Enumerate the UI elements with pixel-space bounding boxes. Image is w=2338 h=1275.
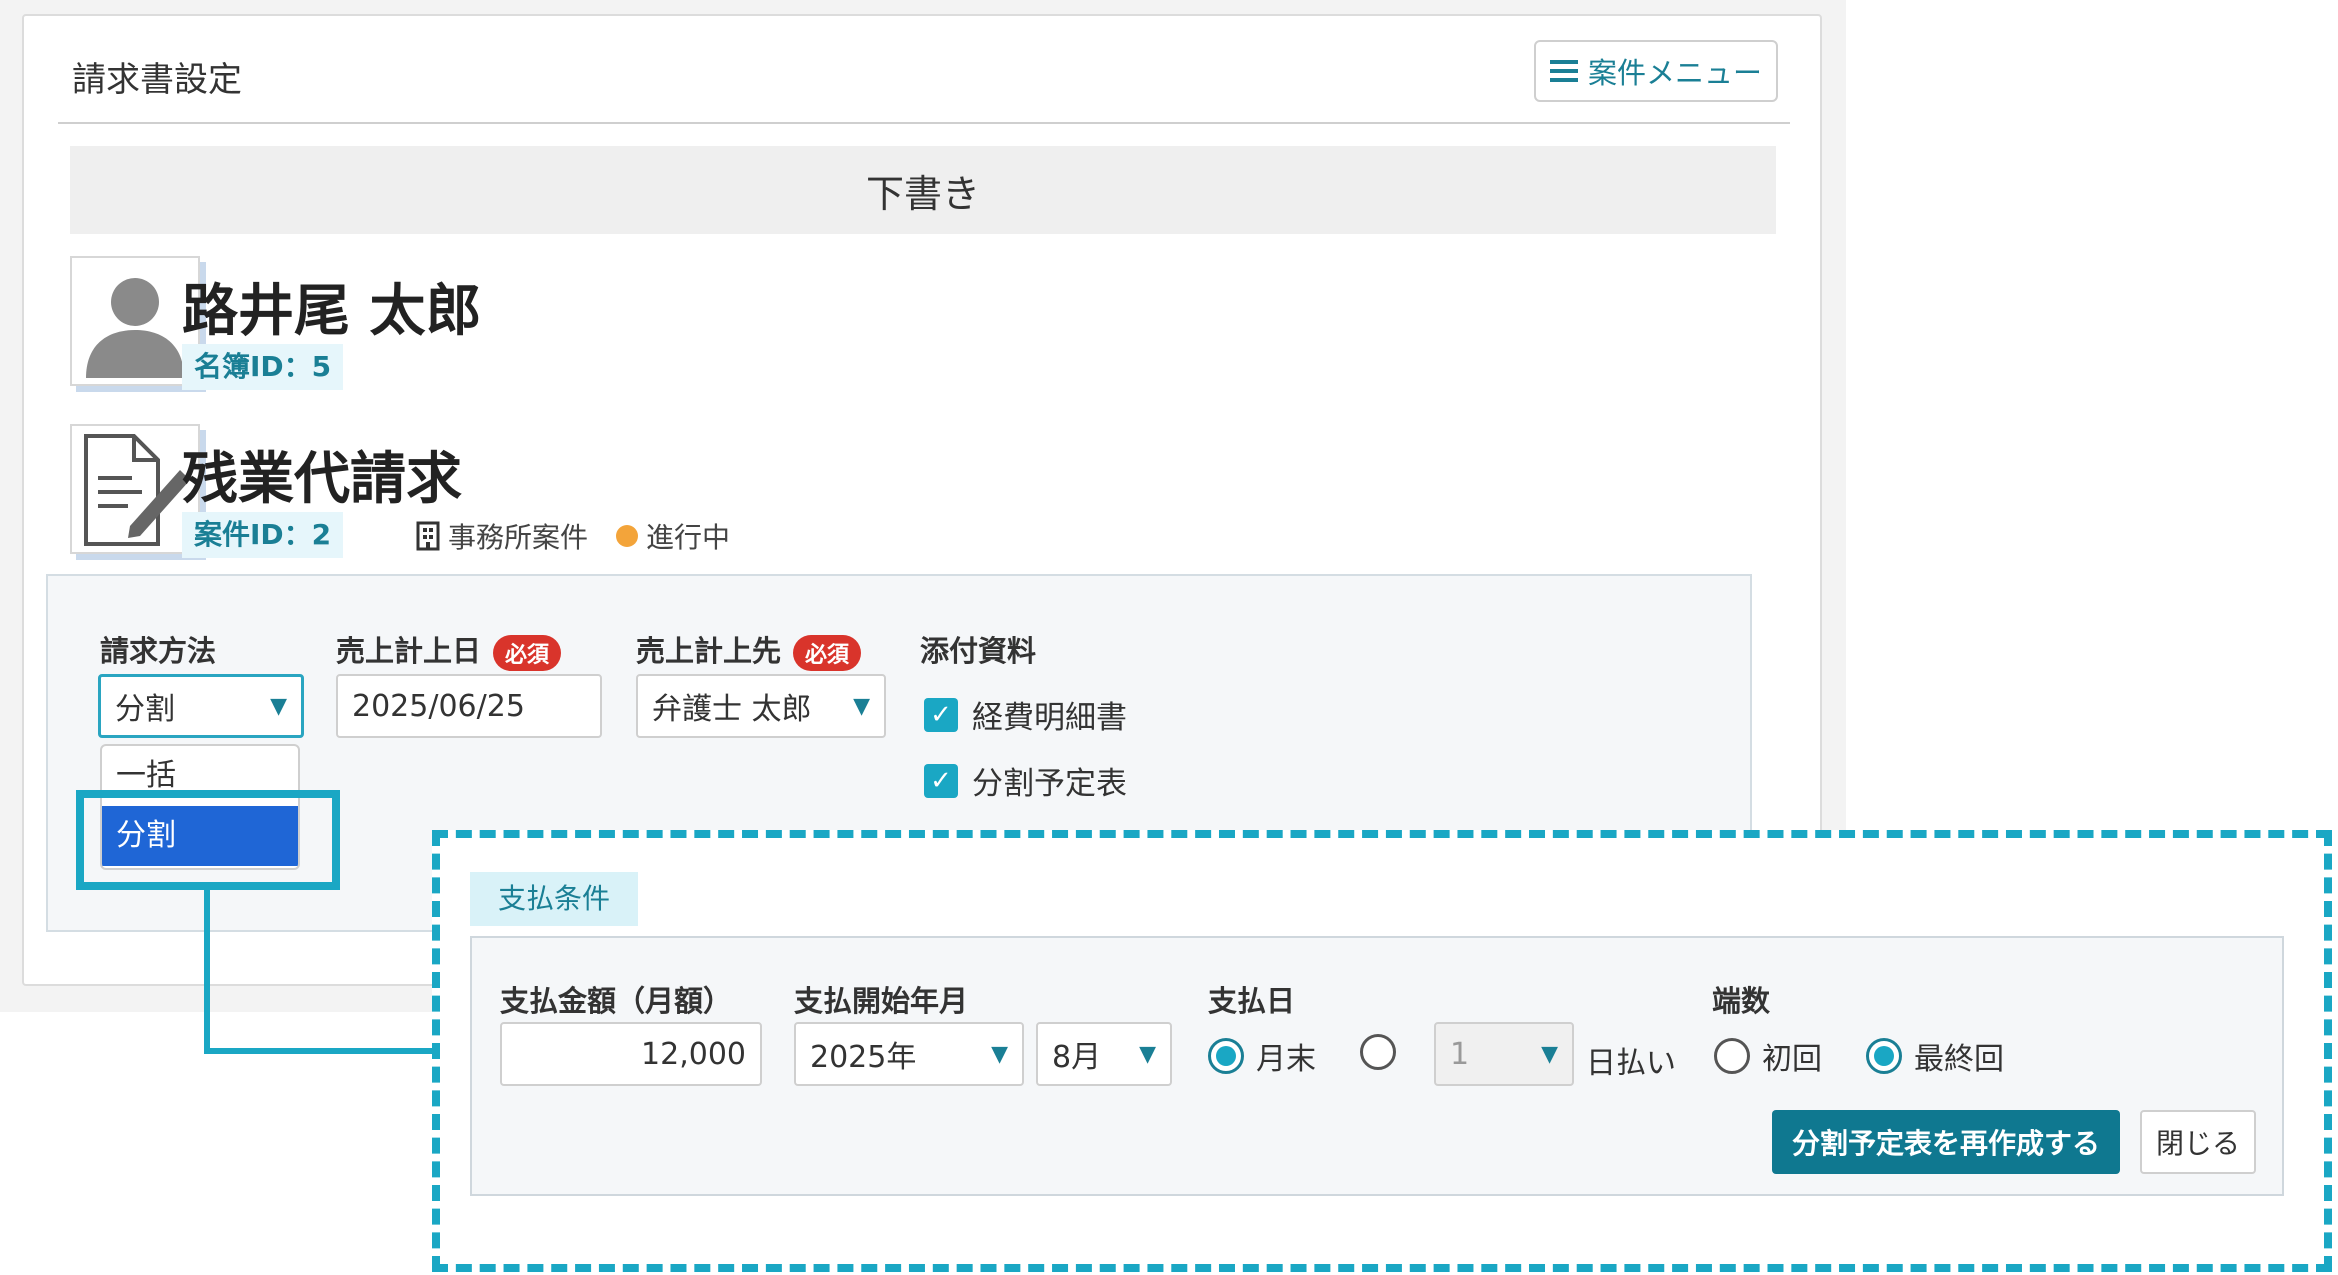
dest-label: 売上計上先 必須 — [636, 628, 862, 671]
amount-input[interactable]: 12,000 — [500, 1022, 762, 1086]
fraction-last-radio[interactable]: 最終回 — [1866, 1034, 2004, 1078]
matter-thumbnail — [70, 424, 200, 554]
title-divider — [58, 122, 1790, 124]
matter-type: 事務所案件 — [416, 516, 588, 556]
matter-name: 残業代請求 — [182, 447, 462, 512]
month-end-label: 月末 — [1256, 1042, 1316, 1077]
rebuild-schedule-button[interactable]: 分割予定表を再作成する — [1772, 1110, 2120, 1174]
fraction-label: 端数 — [1712, 984, 1771, 1018]
start-year-value: 2025年 — [810, 1040, 917, 1075]
status-banner: 下書き — [70, 146, 1776, 234]
matter-menu-button[interactable]: 案件メニュー — [1534, 40, 1778, 102]
client-id-badge: 名簿ID：5 — [182, 344, 344, 390]
chevron-down-icon: ▼ — [853, 693, 870, 719]
start-month-value: 8月 — [1052, 1040, 1102, 1075]
sales-date-value: 2025/06/25 — [352, 688, 525, 724]
checkbox-checked-icon: ✓ — [924, 697, 958, 732]
status-text: 下書き — [865, 171, 980, 216]
chevron-down-icon: ▼ — [1541, 1041, 1558, 1067]
sales-date-input[interactable]: 2025/06/25 — [336, 674, 602, 738]
pay-day-number-value: 1 — [1450, 1036, 1470, 1072]
client-avatar — [70, 256, 200, 386]
radio-unselected-icon — [1360, 1034, 1396, 1070]
attachment-schedule-checkbox[interactable]: ✓ 分割予定表 — [924, 758, 1127, 803]
pay-day-label: 支払日 — [1208, 984, 1296, 1018]
radio-unselected-icon — [1714, 1038, 1750, 1074]
pay-day-number-select[interactable]: 1 ▼ — [1434, 1022, 1574, 1086]
method-select-value: 分割 — [115, 692, 175, 727]
matter-id-badge: 案件ID：2 — [182, 512, 344, 558]
required-badge: 必須 — [493, 635, 562, 671]
attach-label: 添付資料 — [920, 634, 1037, 668]
start-label: 支払開始年月 — [794, 984, 969, 1018]
start-month-select[interactable]: 8月 ▼ — [1036, 1022, 1172, 1086]
amount-label: 支払金額（月額） — [500, 984, 733, 1018]
client-name: 路井尾 太郎 — [182, 279, 482, 344]
amount-value: 12,000 — [641, 1036, 746, 1072]
progress-label: 進行中 — [646, 521, 731, 554]
radio-selected-icon — [1866, 1038, 1902, 1074]
checkbox-checked-icon: ✓ — [924, 763, 958, 798]
pay-day-suffix: 日払い — [1586, 1038, 1676, 1082]
dest-label-text: 売上計上先 — [636, 634, 782, 668]
panel-title: 請求書設定 — [72, 60, 242, 100]
pay-day-number-radio[interactable] — [1360, 1034, 1396, 1070]
pay-day-suffix-label: 日払い — [1586, 1046, 1676, 1081]
chevron-down-icon: ▼ — [1139, 1041, 1156, 1067]
date-label-text: 売上計上日 — [336, 634, 482, 668]
attachment-expense-checkbox[interactable]: ✓ 経費明細書 — [924, 692, 1127, 737]
chevron-down-icon: ▼ — [991, 1041, 1008, 1067]
hamburger-icon — [1549, 60, 1578, 82]
callout-connector — [204, 890, 210, 1054]
highlight-callout — [76, 790, 340, 890]
method-select[interactable]: 分割 ▼ — [98, 674, 304, 738]
progress-dot-icon — [616, 525, 638, 547]
attachment-label: 分割予定表 — [972, 766, 1127, 802]
fraction-first-radio[interactable]: 初回 — [1714, 1034, 1822, 1078]
document-pen-icon — [84, 434, 190, 546]
chevron-down-icon: ▼ — [270, 693, 287, 719]
callout-connector — [204, 1048, 442, 1054]
fraction-last-label: 最終回 — [1914, 1042, 2004, 1077]
method-label: 請求方法 — [100, 634, 217, 668]
person-icon — [86, 278, 184, 378]
date-label: 売上計上日 必須 — [336, 628, 562, 671]
required-badge: 必須 — [793, 635, 862, 671]
close-button[interactable]: 閉じる — [2140, 1110, 2256, 1174]
payment-conditions-tag: 支払条件 — [470, 872, 639, 926]
matter-type-label: 事務所案件 — [448, 521, 589, 554]
matter-menu-label: 案件メニュー — [1587, 56, 1762, 90]
building-icon — [416, 521, 440, 551]
start-year-select[interactable]: 2025年 ▼ — [794, 1022, 1024, 1086]
pay-day-month-end-radio[interactable]: 月末 — [1208, 1034, 1316, 1078]
fraction-first-label: 初回 — [1762, 1042, 1822, 1077]
attachment-label: 経費明細書 — [972, 700, 1127, 736]
radio-selected-icon — [1208, 1038, 1244, 1074]
dest-select-value: 弁護士 太郎 — [652, 692, 812, 727]
dest-select[interactable]: 弁護士 太郎 ▼ — [636, 674, 886, 738]
matter-progress: 進行中 — [616, 516, 730, 556]
